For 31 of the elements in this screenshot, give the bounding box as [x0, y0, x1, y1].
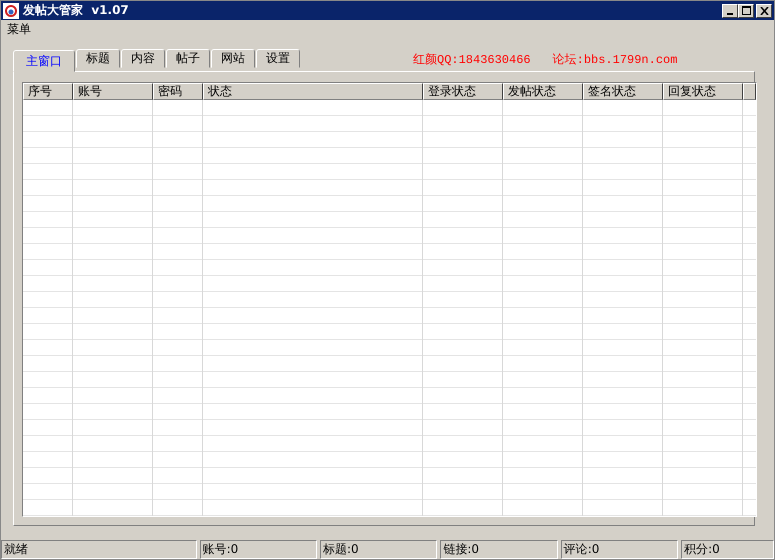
tab[interactable]: 内容: [121, 49, 165, 68]
minimize-button[interactable]: [722, 4, 738, 18]
info-text: 论坛:bbs.1799n.com: [552, 52, 678, 68]
tab[interactable]: 帖子: [166, 49, 210, 68]
column-header[interactable]: 序号: [23, 83, 73, 100]
column-header[interactable]: 回复状态: [663, 83, 743, 100]
menu-item[interactable]: 菜单: [7, 20, 31, 38]
tab[interactable]: 网站: [211, 49, 255, 68]
maximize-button[interactable]: [738, 4, 754, 18]
status-panel: 链接:0: [440, 540, 558, 559]
status-panel: 账号:0: [200, 540, 317, 559]
app-icon: [3, 2, 19, 18]
tab[interactable]: 设置: [256, 49, 300, 68]
column-header[interactable]: 签名状态: [583, 83, 663, 100]
status-panel: 就绪: [1, 540, 197, 559]
column-header[interactable]: 账号: [73, 83, 153, 100]
tab[interactable]: 主窗口: [13, 50, 75, 72]
close-button[interactable]: [756, 4, 772, 18]
close-icon: [760, 6, 768, 14]
status-panel: 积分:0: [681, 540, 774, 559]
tab[interactable]: 标题: [76, 49, 120, 68]
status-panel: 标题:0: [320, 540, 438, 559]
column-header[interactable]: 登录状态: [423, 83, 503, 100]
window-title: 发帖大管家 v1.07: [23, 2, 129, 19]
minimize-icon: [727, 12, 733, 14]
column-header[interactable]: 密码: [153, 83, 203, 100]
info-text: 红颜QQ:1843630466: [413, 52, 531, 68]
column-header[interactable]: 发帖状态: [503, 83, 583, 100]
status-panel: 评论:0: [560, 540, 678, 559]
maximize-icon: [742, 6, 750, 15]
column-header[interactable]: 状态: [203, 83, 423, 100]
